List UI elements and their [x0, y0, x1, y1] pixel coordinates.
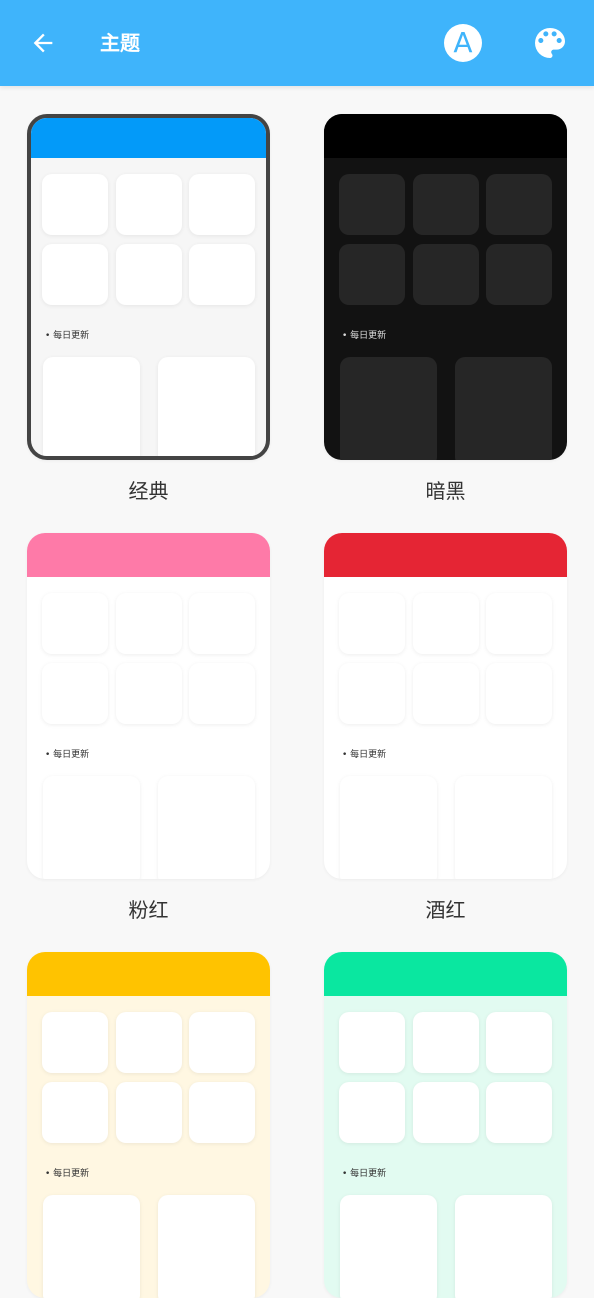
preview-large-tile: [43, 357, 140, 456]
preview-tile: [189, 1082, 255, 1143]
preview-tile: [116, 1082, 182, 1143]
preview-tile: [189, 663, 255, 724]
preview-tile: [189, 244, 255, 305]
preview-tile: [486, 663, 552, 724]
theme-name: 暗黑: [425, 479, 466, 503]
theme-preview-header: [324, 533, 567, 577]
preview-tile: [116, 244, 182, 305]
daily-update-label: • 每日更新: [342, 750, 387, 760]
palette-button[interactable]: [530, 23, 570, 63]
preview-tile: [116, 1012, 182, 1073]
preview-tile: [116, 593, 182, 654]
theme-name: 经典: [128, 479, 169, 503]
preview-tile: [413, 663, 479, 724]
preview-tile: [413, 1082, 479, 1143]
preview-tile: [42, 593, 108, 654]
preview-tile: [413, 1012, 479, 1073]
palette-icon: [535, 28, 565, 58]
preview-tile: [339, 593, 405, 654]
preview-tile: [486, 593, 552, 654]
theme-preview-header: [27, 952, 270, 996]
preview-tile: [339, 244, 405, 305]
preview-large-tile: [43, 1195, 140, 1298]
theme-preview-card[interactable]: • 每日更新: [324, 952, 567, 1298]
back-button[interactable]: [22, 22, 64, 64]
preview-tile: [42, 174, 108, 235]
theme-preview-header: [27, 533, 270, 577]
preview-tile: [339, 174, 405, 235]
theme-preview-header: [31, 118, 266, 158]
app-bar: 主题 A: [0, 0, 594, 86]
preview-tile: [42, 1082, 108, 1143]
preview-tile: [339, 1012, 405, 1073]
preview-large-tile: [158, 776, 255, 879]
preview-large-tile: [158, 1195, 255, 1298]
theme-preview-header: [324, 114, 567, 158]
preview-tile: [42, 663, 108, 724]
preview-tile: [486, 244, 552, 305]
preview-tile: [413, 174, 479, 235]
preview-tile: [413, 244, 479, 305]
preview-tile: [189, 174, 255, 235]
theme-name: 酒红: [425, 898, 466, 922]
preview-large-tile: [455, 357, 552, 460]
preview-tile: [486, 1012, 552, 1073]
arrow-left-icon: [33, 33, 53, 53]
preview-large-tile: [340, 776, 437, 879]
font-icon: A: [453, 26, 473, 59]
theme-preview-card[interactable]: • 每日更新: [27, 533, 270, 879]
theme-preview-card[interactable]: • 每日更新: [27, 114, 270, 460]
preview-tile: [486, 174, 552, 235]
page-title: 主题: [100, 31, 140, 55]
daily-update-label: • 每日更新: [45, 1169, 90, 1179]
theme-name: 粉红: [128, 898, 169, 922]
preview-large-tile: [455, 1195, 552, 1298]
theme-preview-card[interactable]: • 每日更新: [27, 952, 270, 1298]
daily-update-label: • 每日更新: [342, 1169, 387, 1179]
preview-large-tile: [340, 1195, 437, 1298]
preview-tile: [339, 663, 405, 724]
preview-tile: [116, 174, 182, 235]
preview-tile: [42, 244, 108, 305]
preview-large-tile: [43, 776, 140, 879]
preview-tile: [189, 593, 255, 654]
preview-tile: [339, 1082, 405, 1143]
theme-preview-header: [324, 952, 567, 996]
preview-tile: [486, 1082, 552, 1143]
preview-tile: [413, 593, 479, 654]
theme-preview-card[interactable]: • 每日更新: [324, 114, 567, 460]
daily-update-label: • 每日更新: [45, 750, 90, 760]
preview-large-tile: [340, 357, 437, 460]
preview-large-tile: [158, 357, 255, 456]
preview-large-tile: [455, 776, 552, 879]
font-settings-button[interactable]: A: [444, 24, 482, 62]
preview-tile: [42, 1012, 108, 1073]
daily-update-label: • 每日更新: [45, 331, 90, 341]
preview-tile: [189, 1012, 255, 1073]
daily-update-label: • 每日更新: [342, 331, 387, 341]
theme-preview-card[interactable]: • 每日更新: [324, 533, 567, 879]
preview-tile: [116, 663, 182, 724]
